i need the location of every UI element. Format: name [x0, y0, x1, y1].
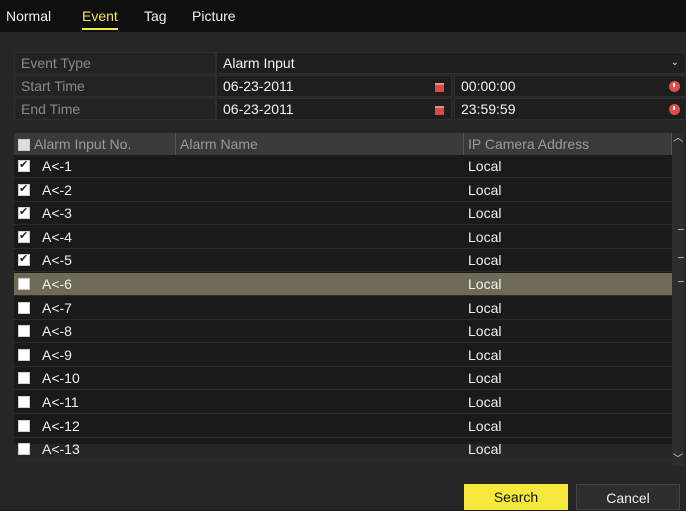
- clock-icon[interactable]: [669, 104, 680, 115]
- tab-normal[interactable]: Normal: [6, 8, 51, 28]
- row-checkbox[interactable]: [18, 182, 30, 196]
- row-checkbox[interactable]: [18, 158, 30, 172]
- calendar-icon[interactable]: [435, 106, 444, 115]
- start-date-value: 06-23-2011: [223, 78, 294, 94]
- start-time-value: 00:00:00: [461, 78, 516, 94]
- ip-camera-address: Local: [468, 394, 502, 410]
- table-row[interactable]: A<-7 Local: [14, 297, 672, 320]
- end-time-label: End Time: [14, 98, 216, 120]
- event-type-select[interactable]: Alarm Input ⌄: [216, 52, 686, 74]
- event-type-value: Alarm Input: [223, 55, 295, 71]
- ip-camera-address: Local: [468, 441, 502, 458]
- tab-bar: Normal Event Tag Picture: [0, 0, 686, 32]
- ip-camera-address: Local: [468, 158, 502, 174]
- end-date-value: 06-23-2011: [223, 101, 294, 117]
- calendar-icon[interactable]: [435, 83, 444, 92]
- header-alarm-name: Alarm Name: [176, 133, 464, 155]
- row-checkbox[interactable]: [18, 419, 30, 432]
- start-date-field[interactable]: 06-23-2011: [216, 75, 452, 97]
- ip-camera-address: Local: [468, 370, 502, 387]
- ip-camera-address: Local: [468, 252, 502, 269]
- alarm-input-no: A<-5: [42, 252, 72, 269]
- table-scrollbar[interactable]: ︿ ﹀: [672, 133, 684, 466]
- table-header: Alarm Input No. Alarm Name IP Camera Add…: [14, 133, 672, 155]
- ip-camera-address: Local: [468, 323, 502, 340]
- start-time-field[interactable]: 00:00:00: [454, 75, 686, 97]
- row-checkbox[interactable]: [18, 229, 30, 243]
- alarm-input-no: A<-13: [42, 441, 80, 458]
- row-checkbox[interactable]: [18, 348, 30, 361]
- end-time-field[interactable]: 23:59:59: [454, 98, 686, 120]
- alarm-input-no: A<-2: [42, 181, 72, 198]
- chevron-down-icon: ⌄: [670, 57, 679, 68]
- tab-tag[interactable]: Tag: [144, 8, 167, 28]
- end-time-value: 23:59:59: [461, 101, 516, 117]
- header-label: Alarm Input No.: [34, 136, 132, 152]
- row-checkbox[interactable]: [18, 301, 30, 314]
- ip-camera-address: Local: [468, 276, 502, 292]
- scroll-down-icon[interactable]: ﹀: [672, 454, 684, 466]
- table-row[interactable]: A<-1 Local: [14, 155, 672, 178]
- tab-picture[interactable]: Picture: [192, 8, 236, 28]
- row-checkbox[interactable]: [18, 278, 30, 290]
- table-row[interactable]: A<-8 Local: [14, 320, 672, 344]
- alarm-input-no: A<-12: [42, 417, 80, 434]
- event-type-label: Event Type: [14, 52, 216, 74]
- alarm-input-no: A<-7: [42, 299, 72, 316]
- table-row[interactable]: A<-10 Local: [14, 367, 672, 391]
- row-checkbox[interactable]: [18, 443, 30, 456]
- table-row[interactable]: A<-11 Local: [14, 391, 672, 414]
- table-row[interactable]: A<-9 Local: [14, 344, 672, 367]
- ip-camera-address: Local: [468, 181, 502, 198]
- ip-camera-address: Local: [468, 228, 502, 245]
- start-time-row: Start Time 06-23-2011 00:00:00: [14, 75, 686, 97]
- end-time-row: End Time 06-23-2011 23:59:59: [14, 98, 686, 120]
- row-checkbox[interactable]: [18, 205, 30, 220]
- alarm-input-no: A<-6: [42, 276, 72, 292]
- ip-camera-address: Local: [468, 205, 502, 222]
- scroll-tick: [678, 229, 684, 230]
- alarm-input-table: Alarm Input No. Alarm Name IP Camera Add…: [14, 133, 672, 462]
- row-checkbox[interactable]: [18, 396, 30, 408]
- scroll-up-icon[interactable]: ︿: [672, 133, 684, 145]
- header-ip-camera-address: IP Camera Address: [464, 133, 672, 155]
- table-row[interactable]: A<-5 Local: [14, 249, 672, 273]
- ip-camera-address: Local: [468, 417, 502, 434]
- scroll-tick: [678, 257, 684, 258]
- ip-camera-address: Local: [468, 299, 502, 316]
- alarm-input-no: A<-4: [42, 228, 72, 245]
- header-alarm-input-no: Alarm Input No.: [14, 133, 176, 155]
- cancel-button[interactable]: Cancel: [576, 484, 680, 510]
- tab-event[interactable]: Event: [82, 8, 118, 30]
- alarm-input-no: A<-8: [42, 323, 72, 340]
- row-checkbox[interactable]: [18, 252, 30, 267]
- alarm-input-no: A<-11: [42, 394, 79, 410]
- table-row[interactable]: A<-12 Local: [14, 415, 672, 438]
- end-date-field[interactable]: 06-23-2011: [216, 98, 452, 120]
- table-row[interactable]: A<-3 Local: [14, 202, 672, 226]
- scroll-tick: [678, 281, 684, 282]
- alarm-input-no: A<-1: [42, 158, 72, 174]
- select-all-checkbox[interactable]: [18, 139, 30, 151]
- table-row[interactable]: A<-13 Local: [14, 438, 672, 462]
- alarm-input-no: A<-9: [42, 346, 72, 363]
- table-row[interactable]: A<-4 Local: [14, 226, 672, 249]
- clock-icon[interactable]: [669, 81, 680, 92]
- start-time-label: Start Time: [14, 75, 216, 97]
- search-button[interactable]: Search: [464, 484, 568, 510]
- event-type-row: Event Type Alarm Input ⌄: [14, 52, 686, 74]
- row-checkbox[interactable]: [18, 372, 30, 385]
- alarm-input-no: A<-10: [42, 370, 80, 387]
- table-row[interactable]: A<-2 Local: [14, 179, 672, 202]
- alarm-input-no: A<-3: [42, 205, 72, 222]
- ip-camera-address: Local: [468, 346, 502, 363]
- table-row[interactable]: A<-6 Local: [14, 273, 672, 296]
- row-checkbox[interactable]: [18, 325, 30, 338]
